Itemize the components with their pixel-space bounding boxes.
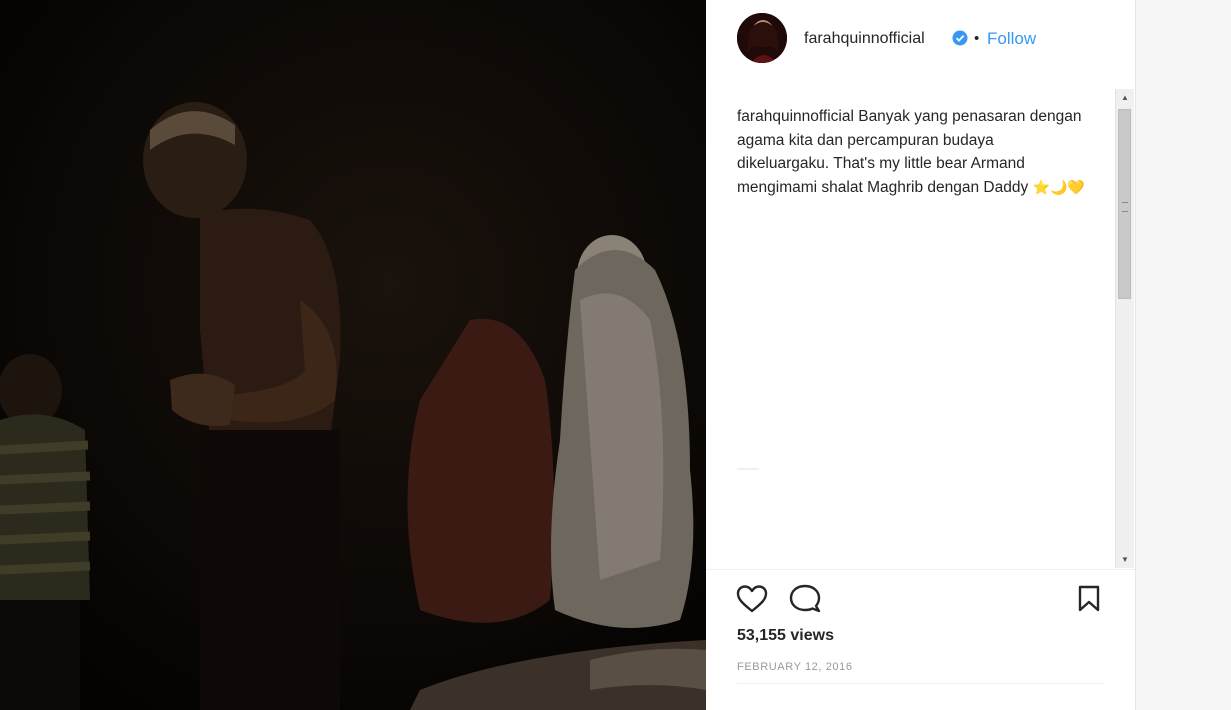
caption: farahquinnofficial Banyak yang penasaran… <box>737 105 1087 199</box>
post-image <box>0 0 706 710</box>
post-date[interactable]: FEBRUARY 12, 2016 <box>737 661 853 673</box>
avatar-image <box>737 13 787 63</box>
scrollbar-thumb[interactable] <box>1118 109 1131 299</box>
avatar[interactable] <box>737 13 787 63</box>
grip-icon <box>1122 202 1128 212</box>
caption-emoji: ⭐🌙💛 <box>1032 178 1085 195</box>
bookmark-icon[interactable] <box>1078 585 1100 618</box>
verified-badge-icon <box>952 30 968 46</box>
page-background <box>1136 0 1231 710</box>
divider <box>737 468 759 470</box>
scroll-down-arrow-icon[interactable]: ▼ <box>1116 551 1134 568</box>
divider <box>706 569 1135 570</box>
follow-button[interactable]: Follow <box>987 29 1036 49</box>
comment-bubble-icon[interactable] <box>789 584 821 619</box>
post-details-panel: farahquinnofficial • Follow farahquinnof… <box>706 0 1136 710</box>
post-header: farahquinnofficial • Follow <box>706 0 1135 78</box>
caption-username[interactable]: farahquinnofficial <box>737 108 854 125</box>
view-count: 53,155 views <box>737 627 834 644</box>
action-bar <box>706 580 1135 620</box>
caption-area: farahquinnofficial Banyak yang penasaran… <box>706 88 1116 568</box>
separator-dot: • <box>974 30 980 47</box>
heart-icon[interactable] <box>736 584 768 619</box>
post-photo <box>0 0 706 710</box>
scroll-up-arrow-icon[interactable]: ▲ <box>1116 89 1134 106</box>
divider <box>737 683 1105 684</box>
scrollbar[interactable]: ▲ ▼ <box>1115 89 1134 568</box>
username[interactable]: farahquinnofficial <box>804 30 925 48</box>
